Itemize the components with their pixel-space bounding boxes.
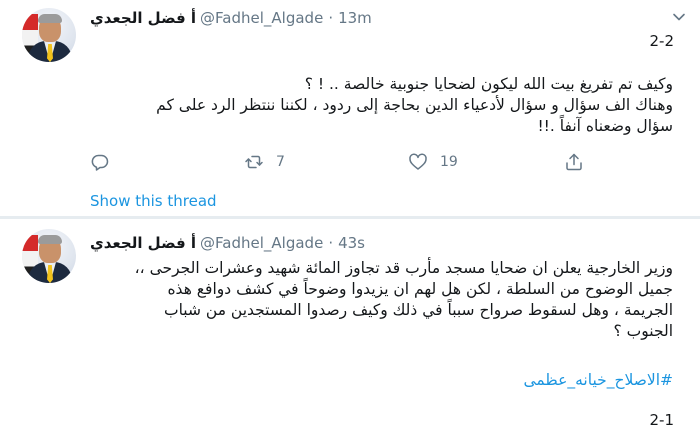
show-thread-link[interactable]: Show this thread	[90, 192, 217, 210]
tweet-text: وزير الخارجية يعلن ان ضحايا مسجد مأرب قد…	[135, 258, 673, 342]
retweet-icon	[245, 155, 263, 169]
tweet-text-line: سؤال وضعناه آنفاً .!!	[537, 117, 673, 135]
thread-number: 2-2	[649, 32, 675, 50]
thread-number: 2-1	[649, 411, 675, 429]
tweet[interactable]: أ فضل الجعدي @Fadhel_Algade · 43s وزير ا…	[0, 219, 700, 439]
timestamp[interactable]: 43s	[338, 234, 365, 252]
tweet-text-line: وزير الخارجية يعلن ان ضحايا مسجد مأرب قد…	[134, 259, 673, 277]
separator-dot: ·	[328, 9, 334, 27]
share-button[interactable]	[564, 150, 584, 174]
tweet-text: وكيف تم تفريغ بيت الله ليكون لضحايا جنوب…	[156, 74, 673, 137]
avatar[interactable]	[22, 229, 76, 283]
like-icon	[409, 153, 427, 170]
separator-dot: ·	[328, 234, 334, 252]
tweet-header: أ فضل الجعدي @Fadhel_Algade · 43s	[90, 233, 365, 253]
reply-button[interactable]	[90, 150, 122, 174]
avatar-hair	[38, 14, 62, 23]
tweet-text-line: الجريمة ، وهل لسقوط صرواح سبباً في ذلك و…	[163, 301, 673, 319]
chevron-down-icon[interactable]	[672, 10, 686, 24]
retweet-button[interactable]: 7	[244, 150, 285, 174]
like-button[interactable]: 19	[408, 150, 458, 174]
tweet-text-line: وكيف تم تفريغ بيت الله ليكون لضحايا جنوب…	[304, 75, 673, 93]
avatar-hair	[38, 235, 62, 244]
tweet-text-line: جميل الوضوح من السلطة ، لكن هل لهم ان يز…	[167, 280, 673, 298]
reply-icon	[91, 154, 109, 171]
retweet-count: 7	[276, 154, 285, 170]
like-count: 19	[440, 154, 458, 170]
tweet-actions: 7 19	[90, 150, 610, 174]
share-icon	[566, 153, 582, 171]
display-name[interactable]: أ فضل الجعدي	[90, 234, 196, 252]
display-name[interactable]: أ فضل الجعدي	[90, 9, 196, 27]
user-handle[interactable]: @Fadhel_Algade	[200, 234, 323, 252]
tweet[interactable]: أ فضل الجعدي @Fadhel_Algade · 13m 2-2 وك…	[0, 0, 700, 216]
hashtag-link[interactable]: #الاصلاح_خيانه_عظمى	[524, 371, 674, 389]
avatar[interactable]	[22, 8, 76, 62]
tweet-text-line: الجنوب ؟	[613, 322, 673, 340]
tweet-header: أ فضل الجعدي @Fadhel_Algade · 13m	[90, 8, 372, 28]
tweet-text-line: وهناك الف سؤال و سؤال لأدعياء الدين بحاج…	[156, 96, 673, 114]
user-handle[interactable]: @Fadhel_Algade	[200, 9, 323, 27]
timestamp[interactable]: 13m	[338, 9, 372, 27]
